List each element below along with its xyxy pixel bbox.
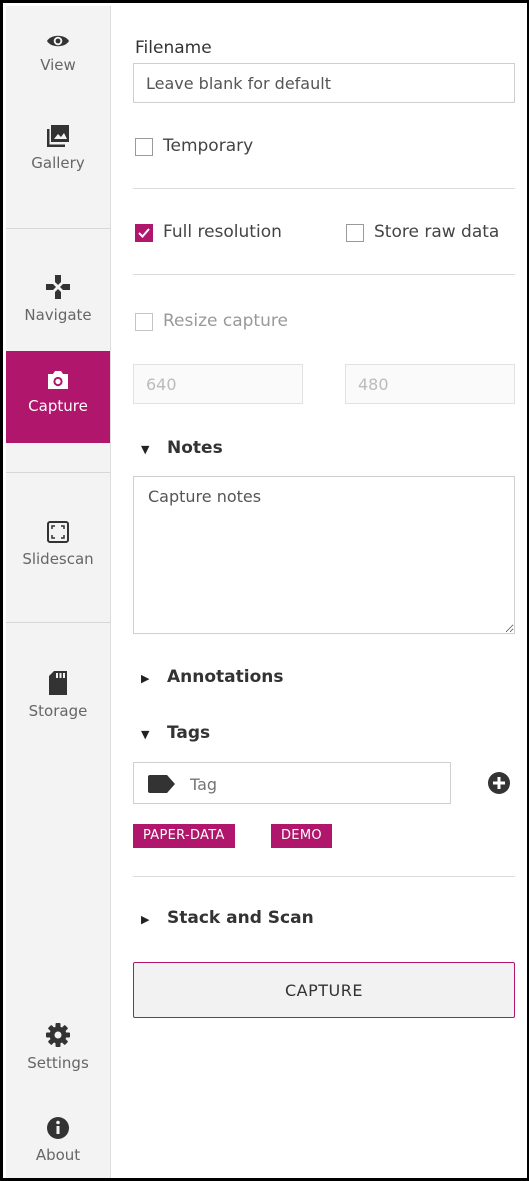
sidebar-item-navigate[interactable]: Navigate bbox=[6, 274, 110, 324]
info-icon bbox=[47, 1117, 69, 1139]
sidebar-item-label: Capture bbox=[28, 397, 88, 415]
temporary-checkbox[interactable] bbox=[135, 138, 153, 156]
filename-input[interactable] bbox=[133, 63, 515, 103]
full-resolution-label: Full resolution bbox=[163, 222, 282, 242]
eye-icon bbox=[47, 35, 69, 47]
resize-capture-label: Resize capture bbox=[163, 311, 288, 331]
notes-textarea[interactable] bbox=[133, 476, 515, 634]
tag-input-box bbox=[133, 762, 451, 804]
resize-height-input[interactable] bbox=[345, 364, 515, 404]
add-tag-icon[interactable] bbox=[487, 771, 511, 795]
gallery-icon bbox=[47, 125, 69, 147]
app-window: View Gallery Navigate Capture Slidescan … bbox=[0, 0, 529, 1181]
capture-panel: Filename Temporary Full resolution Store… bbox=[111, 6, 527, 1178]
gear-icon bbox=[46, 1023, 70, 1047]
sidebar-item-label: Storage bbox=[28, 702, 88, 720]
tag-input[interactable] bbox=[188, 767, 442, 801]
capture-button[interactable]: CAPTURE bbox=[133, 962, 515, 1018]
sidebar-item-gallery[interactable]: Gallery bbox=[6, 124, 110, 172]
slidescan-icon bbox=[47, 521, 69, 543]
tags-section-toggle[interactable]: ▼ Tags bbox=[141, 723, 210, 743]
divider bbox=[133, 188, 515, 189]
store-raw-label: Store raw data bbox=[374, 222, 500, 242]
navigate-icon bbox=[46, 275, 70, 299]
divider bbox=[133, 274, 515, 275]
caret-right-icon: ▶ bbox=[141, 672, 150, 685]
sidebar-item-about[interactable]: About bbox=[6, 1116, 110, 1164]
sidebar-item-label: Settings bbox=[27, 1054, 89, 1072]
notes-section-toggle[interactable]: ▼ Notes bbox=[141, 438, 223, 458]
stack-and-scan-section-toggle[interactable]: ▶ Stack and Scan bbox=[141, 908, 314, 928]
section-title: Annotations bbox=[167, 667, 284, 687]
sidebar-divider bbox=[6, 472, 110, 473]
section-title: Tags bbox=[167, 723, 211, 743]
sidebar-divider bbox=[6, 228, 110, 229]
full-resolution-checkbox[interactable] bbox=[135, 224, 153, 242]
caret-down-icon: ▼ bbox=[141, 443, 150, 456]
sidebar-item-label: Slidescan bbox=[22, 550, 94, 568]
store-raw-checkbox[interactable] bbox=[346, 224, 364, 242]
sidebar: View Gallery Navigate Capture Slidescan … bbox=[6, 6, 111, 1178]
sidebar-item-label: Navigate bbox=[24, 306, 92, 324]
sidebar-item-label: About bbox=[35, 1146, 81, 1164]
resize-width-input[interactable] bbox=[133, 364, 303, 404]
sidebar-item-label: Gallery bbox=[31, 154, 85, 172]
temporary-label: Temporary bbox=[163, 136, 254, 156]
sidebar-item-settings[interactable]: Settings bbox=[6, 1022, 110, 1072]
sidebar-item-capture[interactable]: Capture bbox=[6, 351, 110, 443]
caret-down-icon: ▼ bbox=[141, 728, 150, 741]
sd-card-icon bbox=[49, 671, 67, 695]
sidebar-item-slidescan[interactable]: Slidescan bbox=[6, 520, 110, 568]
checkmark-icon bbox=[138, 228, 150, 238]
caret-right-icon: ▶ bbox=[141, 913, 150, 926]
sidebar-divider bbox=[6, 622, 110, 623]
sidebar-item-storage[interactable]: Storage bbox=[6, 670, 110, 720]
tag-chip[interactable]: PAPER-DATA bbox=[133, 824, 235, 848]
tag-chip[interactable]: DEMO bbox=[271, 824, 332, 848]
tag-icon bbox=[148, 775, 175, 793]
resize-capture-checkbox[interactable] bbox=[135, 313, 153, 331]
section-title: Stack and Scan bbox=[167, 908, 314, 928]
sidebar-item-view[interactable]: View bbox=[6, 32, 110, 74]
camera-icon bbox=[48, 371, 68, 389]
section-title: Notes bbox=[167, 438, 223, 458]
sidebar-item-label: View bbox=[40, 56, 76, 74]
annotations-section-toggle[interactable]: ▶ Annotations bbox=[141, 667, 284, 687]
divider bbox=[133, 876, 515, 877]
filename-label: Filename bbox=[135, 38, 212, 58]
